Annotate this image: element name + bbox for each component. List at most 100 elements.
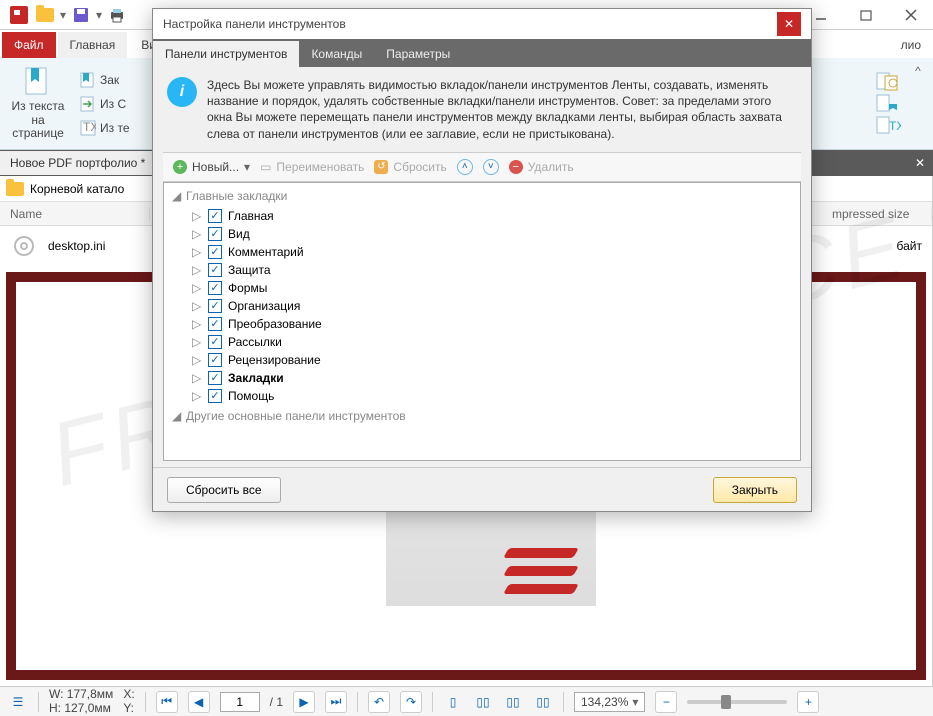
find-doc-icon[interactable] <box>875 72 901 92</box>
dropdown-caret-icon[interactable]: ▾ <box>96 8 102 22</box>
close-button[interactable] <box>888 1 933 29</box>
from-c-button[interactable]: Из С <box>76 93 134 115</box>
dialog-close-button[interactable]: ✕ <box>777 12 801 36</box>
close-dialog-button[interactable]: Закрыть <box>713 477 797 503</box>
page-number-input[interactable] <box>220 692 260 712</box>
dropdown-caret-icon[interactable]: ▾ <box>60 8 66 22</box>
expander-icon[interactable]: ▷ <box>192 353 202 367</box>
zoom-in-button[interactable]: + <box>797 691 819 713</box>
maximize-button[interactable] <box>843 1 888 29</box>
tag-doc-icon[interactable] <box>875 94 901 114</box>
rename-button[interactable]: ▭Переименовать <box>260 160 364 174</box>
last-page-button[interactable]: ⏭ <box>325 691 347 713</box>
first-page-button[interactable]: ⏮ <box>156 691 178 713</box>
checkbox[interactable]: ✓ <box>208 335 222 349</box>
tree-section-main[interactable]: ◢Главные закладки <box>164 185 800 207</box>
column-name[interactable]: Name <box>0 207 150 221</box>
zoom-slider[interactable] <box>687 700 787 704</box>
nav-back-button[interactable]: ↶ <box>368 691 390 713</box>
folder-icon <box>6 182 24 196</box>
expander-icon[interactable]: ▷ <box>192 263 202 277</box>
svg-text:TXT: TXT <box>83 120 96 134</box>
single-page-icon[interactable]: ▯ <box>443 692 463 712</box>
txt-doc-icon[interactable]: TXT <box>875 116 901 136</box>
two-up-icon[interactable]: ▯▯ <box>503 692 523 712</box>
tree-item[interactable]: ▷✓Организация <box>164 297 800 315</box>
tree-item[interactable]: ▷✓Помощь <box>164 387 800 405</box>
checkbox[interactable]: ✓ <box>208 299 222 313</box>
reset-all-button[interactable]: Сбросить все <box>167 477 281 503</box>
move-down-button[interactable]: ˅ <box>483 159 499 175</box>
minus-icon: − <box>509 160 523 174</box>
open-icon[interactable] <box>34 4 56 26</box>
save-icon[interactable] <box>70 4 92 26</box>
tree-item[interactable]: ▷ ✓ Закладки <box>164 369 800 387</box>
dialog-tab-commands[interactable]: Команды <box>299 41 374 67</box>
checkbox[interactable]: ✓ <box>208 209 222 223</box>
checkbox[interactable]: ✓ <box>208 371 222 385</box>
tree-item[interactable]: ▷✓Преобразование <box>164 315 800 333</box>
nav-fwd-button[interactable]: ↷ <box>400 691 422 713</box>
up-arrow-icon: ˄ <box>457 159 473 175</box>
doctab-close-button[interactable]: ✕ <box>907 150 933 176</box>
tree-item[interactable]: ▷✓Рассылки <box>164 333 800 351</box>
tree-item-label: Комментарий <box>228 245 304 259</box>
zoom-value[interactable]: 134,23%▾ <box>574 692 645 712</box>
collapse-ribbon-button[interactable]: ^ <box>909 62 927 80</box>
ribbon-tab-home[interactable]: Главная <box>58 32 128 58</box>
print-icon[interactable] <box>106 4 128 26</box>
expander-icon[interactable]: ▷ <box>192 389 202 403</box>
tree-item-label: Главная <box>228 209 274 223</box>
move-up-button[interactable]: ˄ <box>457 159 473 175</box>
checkbox[interactable]: ✓ <box>208 245 222 259</box>
tree-item[interactable]: ▷ ✓ Комментарий <box>164 243 800 261</box>
file-tab[interactable]: Файл <box>2 32 56 58</box>
two-up-cont-icon[interactable]: ▯▯ <box>533 692 553 712</box>
column-compressed-size[interactable]: mpressed size <box>822 207 932 221</box>
expander-icon[interactable]: ▷ <box>192 227 202 241</box>
zoom-out-button[interactable]: − <box>655 691 677 713</box>
expander-icon[interactable]: ▷ <box>192 335 202 349</box>
dialog-tab-params[interactable]: Параметры <box>374 41 462 67</box>
from-text-on-page-button[interactable]: Из текста на странице <box>8 66 68 141</box>
tree-item[interactable]: ▷✓Рецензирование <box>164 351 800 369</box>
checkbox[interactable]: ✓ <box>208 281 222 295</box>
ribbon-tab-partial[interactable]: лио <box>889 32 933 58</box>
tree-item[interactable]: ▷ ✓ Защита <box>164 261 800 279</box>
continuous-page-icon[interactable]: ▯▯ <box>473 692 493 712</box>
expander-icon[interactable]: ▷ <box>192 299 202 313</box>
tree-section-other[interactable]: ◢Другие основные панели инструментов <box>164 405 800 427</box>
checkbox[interactable]: ✓ <box>208 227 222 241</box>
tree-item[interactable]: ▷ ✓ Главная <box>164 207 800 225</box>
expander-icon[interactable]: ▷ <box>192 245 202 259</box>
expander-icon[interactable]: ▷ <box>192 317 202 331</box>
delete-button[interactable]: −Удалить <box>509 160 574 174</box>
from-te-button[interactable]: TXTИз те <box>76 117 134 139</box>
bookmarks-button[interactable]: Зак <box>76 69 134 91</box>
checkbox[interactable]: ✓ <box>208 317 222 331</box>
reset-button[interactable]: ↺Сбросить <box>374 160 446 174</box>
document-tab[interactable]: Новое PDF портфолио * <box>0 151 155 175</box>
checkbox[interactable]: ✓ <box>208 353 222 367</box>
status-y: Y: <box>123 702 134 715</box>
new-button[interactable]: +Новый...▾ <box>173 160 250 174</box>
plus-icon: + <box>173 160 187 174</box>
toolbar-tree[interactable]: ◢Главные закладки ▷✓Главная▷✓Вид▷✓Коммен… <box>163 182 801 461</box>
dialog-tab-panels[interactable]: Панели инструментов <box>153 41 299 67</box>
doc-arrow-icon <box>80 96 96 112</box>
options-icon[interactable]: ☰ <box>8 692 28 712</box>
page-bookmark-icon <box>22 66 54 98</box>
next-page-button[interactable]: ▶ <box>293 691 315 713</box>
checkbox[interactable]: ✓ <box>208 389 222 403</box>
tree-item[interactable]: ▷✓Формы <box>164 279 800 297</box>
expander-icon[interactable]: ▷ <box>192 209 202 223</box>
tree-item-label: Закладки <box>228 371 284 385</box>
tree-item[interactable]: ▷✓Вид <box>164 225 800 243</box>
app-icon <box>8 4 30 26</box>
checkbox[interactable]: ✓ <box>208 263 222 277</box>
prev-page-button[interactable]: ◀ <box>188 691 210 713</box>
expander-icon[interactable]: ▷ <box>192 281 202 295</box>
expander-icon[interactable]: ▷ <box>192 371 202 385</box>
svg-text:TXT: TXT <box>889 119 901 133</box>
tree-item-label: Защита <box>228 263 271 277</box>
